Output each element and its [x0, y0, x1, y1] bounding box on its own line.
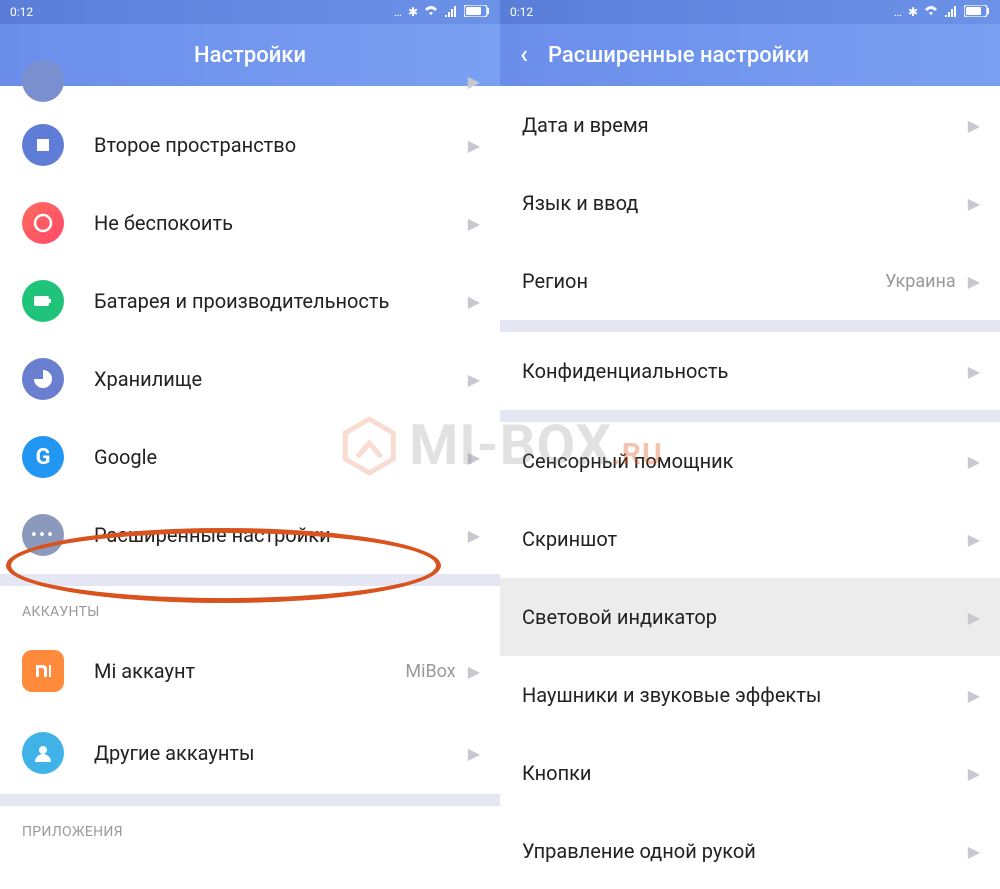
chevron-right-icon: ▶ — [968, 764, 980, 783]
row-label: Не беспокоить — [94, 211, 468, 235]
row-label: Регион — [522, 269, 885, 293]
settings-row-buttons[interactable]: Кнопки ▶ — [500, 734, 1000, 812]
storage-icon — [22, 358, 64, 400]
dnd-icon — [22, 202, 64, 244]
row-label: Хранилище — [94, 367, 468, 391]
settings-row-partial[interactable]: ▶ — [0, 86, 500, 106]
chevron-right-icon: ▶ — [968, 272, 980, 291]
chevron-right-icon: ▶ — [468, 370, 480, 389]
status-icons: … ✱ — [394, 5, 490, 20]
phone-left: 0:12 … ✱ Настройки ▶ Второе пространство… — [0, 0, 500, 889]
signal-icon — [444, 5, 458, 20]
google-icon: G — [22, 436, 64, 478]
row-label: Дата и время — [522, 113, 968, 137]
row-label: Световой индикатор — [522, 605, 968, 629]
back-button[interactable]: ‹ — [520, 42, 528, 68]
chevron-right-icon: ▶ — [968, 362, 980, 381]
status-icons: … ✱ — [894, 5, 990, 20]
header: ‹ Расширенные настройки — [500, 24, 1000, 86]
more-icon: … — [394, 5, 402, 19]
row-label: Второе пространство — [94, 133, 468, 157]
chevron-right-icon: ▶ — [968, 842, 980, 861]
row-label: Расширенные настройки — [94, 523, 468, 547]
chevron-right-icon: ▶ — [468, 526, 480, 545]
section-gap — [500, 320, 1000, 332]
row-label: Управление одной рукой — [522, 839, 968, 863]
section-gap — [0, 794, 500, 806]
row-label: Mi аккаунт — [94, 659, 405, 683]
settings-row-second-space[interactable]: Второе пространство ▶ — [0, 106, 500, 184]
row-label: Сенсорный помощник — [522, 449, 968, 473]
advanced-icon: ••• — [22, 514, 64, 556]
row-label: Google — [94, 445, 468, 469]
row-label: Батарея и производительность — [94, 288, 468, 314]
row-value: Украина — [885, 271, 956, 292]
battery-icon — [464, 5, 490, 20]
row-label: Другие аккаунты — [94, 741, 468, 765]
battery-icon — [964, 5, 990, 20]
phone-right: 0:12 … ✱ ‹ Расширенные настройки Дата и … — [500, 0, 1000, 889]
chevron-right-icon: ▶ — [468, 292, 480, 311]
chevron-right-icon: ▶ — [468, 136, 480, 155]
settings-row-other-accounts[interactable]: Другие аккаунты ▶ — [0, 712, 500, 794]
section-gap — [500, 410, 1000, 422]
desktop-icon — [22, 60, 64, 102]
settings-row-storage[interactable]: Хранилище ▶ — [0, 340, 500, 418]
more-icon: … — [894, 5, 902, 19]
row-label: Наушники и звуковые эффекты — [522, 683, 968, 707]
battery-perf-icon — [22, 280, 64, 322]
settings-row-dnd[interactable]: Не беспокоить ▶ — [0, 184, 500, 262]
header-title: Расширенные настройки — [548, 43, 809, 68]
status-bar: 0:12 … ✱ — [500, 0, 1000, 24]
settings-row-region[interactable]: Регион Украина ▶ — [500, 242, 1000, 320]
section-accounts: АККАУНТЫ — [0, 586, 500, 630]
settings-row-sensor-assistant[interactable]: Сенсорный помощник ▶ — [500, 422, 1000, 500]
row-value: MiBox — [405, 661, 455, 682]
chevron-right-icon: ▶ — [968, 116, 980, 135]
row-label: Скриншот — [522, 527, 968, 551]
chevron-right-icon: ▶ — [468, 72, 480, 91]
other-accounts-icon — [22, 732, 64, 774]
section-gap — [0, 574, 500, 586]
row-label: Кнопки — [522, 761, 968, 785]
settings-row-battery[interactable]: Батарея и производительность ▶ — [0, 262, 500, 340]
mi-account-icon — [22, 650, 64, 692]
settings-row-led[interactable]: Световой индикатор ▶ — [500, 578, 1000, 656]
settings-row-language[interactable]: Язык и ввод ▶ — [500, 164, 1000, 242]
wifi-icon — [424, 5, 438, 20]
status-time: 0:12 — [510, 5, 533, 19]
header: Настройки — [0, 24, 500, 86]
status-time: 0:12 — [10, 5, 33, 19]
settings-row-datetime[interactable]: Дата и время ▶ — [500, 86, 1000, 164]
chevron-right-icon: ▶ — [468, 448, 480, 467]
wifi-icon — [924, 5, 938, 20]
chevron-right-icon: ▶ — [968, 452, 980, 471]
settings-row-advanced[interactable]: ••• Расширенные настройки ▶ — [0, 496, 500, 574]
bluetooth-icon: ✱ — [908, 5, 918, 19]
chevron-right-icon: ▶ — [468, 744, 480, 763]
settings-row-mi-account[interactable]: Mi аккаунт MiBox ▶ — [0, 630, 500, 712]
settings-row-privacy[interactable]: Конфиденциальность ▶ — [500, 332, 1000, 410]
status-bar: 0:12 … ✱ — [0, 0, 500, 24]
bluetooth-icon: ✱ — [408, 5, 418, 19]
chevron-right-icon: ▶ — [468, 214, 480, 233]
header-title: Настройки — [194, 43, 306, 68]
settings-row-onehand[interactable]: Управление одной рукой ▶ — [500, 812, 1000, 889]
chevron-right-icon: ▶ — [968, 608, 980, 627]
second-space-icon — [22, 124, 64, 166]
signal-icon — [944, 5, 958, 20]
row-label: Язык и ввод — [522, 191, 968, 215]
chevron-right-icon: ▶ — [968, 194, 980, 213]
settings-row-screenshot[interactable]: Скриншот ▶ — [500, 500, 1000, 578]
chevron-right-icon: ▶ — [968, 686, 980, 705]
settings-row-headphones[interactable]: Наушники и звуковые эффекты ▶ — [500, 656, 1000, 734]
chevron-right-icon: ▶ — [468, 662, 480, 681]
chevron-right-icon: ▶ — [968, 530, 980, 549]
section-apps: ПРИЛОЖЕНИЯ — [0, 806, 500, 850]
row-label: Конфиденциальность — [522, 359, 968, 383]
settings-row-google[interactable]: G Google ▶ — [0, 418, 500, 496]
